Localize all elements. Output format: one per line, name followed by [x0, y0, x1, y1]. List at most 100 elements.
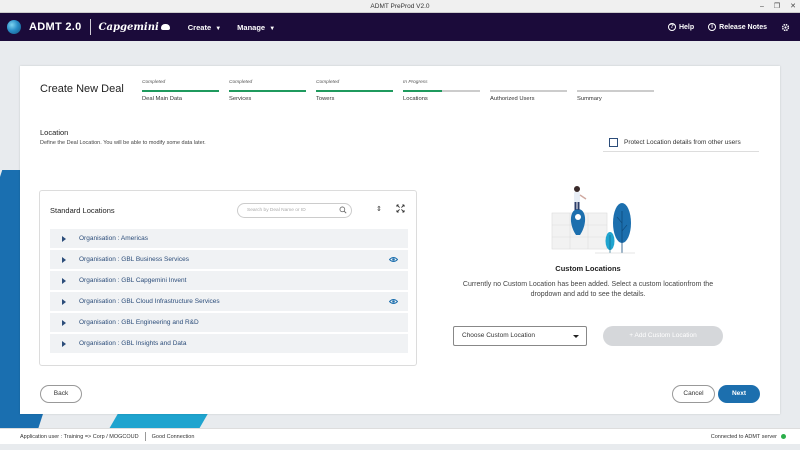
custom-locations-message: Currently no Custom Location has been ad…: [462, 281, 714, 298]
standard-locations-panel: Standard Locations Search by Deal Name o…: [39, 190, 417, 366]
location-row-gbl-insights[interactable]: Organisation : GBL Insights and Data: [50, 334, 408, 353]
expand-arrow-icon[interactable]: [62, 235, 66, 242]
step-bar: [316, 90, 393, 92]
eye-icon[interactable]: [389, 256, 398, 263]
step-label: Services: [229, 96, 252, 102]
protect-label: Protect Location details from other user…: [624, 139, 741, 146]
step-deal-main-data[interactable]: Completed Deal Main Data: [142, 80, 219, 102]
location-row-gbl-cloud-infrastructure[interactable]: Organisation : GBL Cloud Infrastructure …: [50, 292, 408, 311]
close-icon[interactable]: ✕: [790, 0, 796, 13]
location-label: Organisation : GBL Engineering and R&D: [79, 319, 199, 326]
select-value: Choose Custom Location: [462, 332, 535, 339]
minimize-icon[interactable]: –: [760, 0, 764, 13]
window-title: ADMT PreProd V2.0: [370, 3, 430, 10]
step-status: [490, 80, 567, 88]
nav-create[interactable]: Create ▼: [188, 23, 221, 32]
step-status: Completed: [316, 80, 340, 85]
restore-icon[interactable]: ❐: [774, 0, 780, 13]
server-status: Connected to ADMT server: [711, 434, 786, 440]
step-bar-fill: [403, 90, 442, 92]
location-row-americas[interactable]: Organisation : Americas: [50, 229, 408, 248]
step-label: Locations: [403, 96, 428, 102]
expand-arrow-icon[interactable]: [62, 340, 66, 347]
help-button[interactable]: ? Help: [667, 23, 694, 31]
step-status: Completed: [142, 80, 166, 85]
nav-manage[interactable]: Manage ▼: [237, 23, 275, 32]
section-title: Location: [40, 128, 69, 137]
window-title-bar: ADMT PreProd V2.0 – ❐ ✕: [0, 0, 800, 13]
step-bar: [142, 90, 219, 92]
expand-icon[interactable]: [396, 204, 405, 213]
step-bar-fill: [316, 90, 393, 92]
protect-checkbox[interactable]: [609, 138, 618, 147]
brand-logo: Capgemini: [99, 22, 170, 33]
add-custom-location-button[interactable]: + Add Custom Location: [603, 326, 723, 346]
cancel-button[interactable]: Cancel: [672, 385, 715, 403]
window-controls: – ❐ ✕: [760, 0, 796, 13]
header-divider: [89, 19, 91, 35]
caret-down-icon: ▼: [269, 25, 276, 32]
main-nav: Create ▼ Manage ▼: [188, 23, 275, 32]
step-status: In Progress: [403, 80, 428, 85]
custom-location-select[interactable]: Choose Custom Location: [453, 326, 587, 346]
connection-quality: Good Connection: [151, 433, 195, 440]
info-icon: i: [708, 23, 717, 31]
step-summary[interactable]: Summary: [577, 80, 654, 102]
back-button[interactable]: Back: [40, 385, 82, 403]
gear-icon[interactable]: [781, 23, 790, 32]
step-authorized-users[interactable]: Authorized Users: [490, 80, 567, 102]
protect-location-toggle[interactable]: Protect Location details from other user…: [603, 134, 759, 152]
location-label: Organisation : Americas: [79, 235, 149, 242]
progress-stepper: Completed Deal Main Data Completed Servi…: [142, 80, 654, 102]
step-towers[interactable]: Completed Towers: [316, 80, 393, 102]
map-pin-illustration: [551, 186, 635, 254]
spade-icon: [160, 24, 170, 30]
expand-arrow-icon[interactable]: [62, 256, 66, 263]
step-services[interactable]: Completed Services: [229, 80, 306, 102]
create-deal-card: Create New Deal Completed Deal Main Data…: [20, 66, 780, 414]
application-user: Application user : Training => Corp / MO…: [20, 433, 139, 440]
status-bar: Application user : Training => Corp / MO…: [0, 428, 800, 444]
status-dot-icon: [781, 434, 786, 439]
section-description: Define the Deal Location. You will be ab…: [40, 140, 206, 146]
window-bottom: [0, 444, 800, 450]
location-label: Organisation : GBL Business Services: [79, 256, 189, 263]
location-label: Organisation : GBL Cloud Infrastructure …: [79, 298, 220, 305]
panel-title: Standard Locations: [50, 206, 115, 215]
location-row-gbl-business-services[interactable]: Organisation : GBL Business Services: [50, 250, 408, 269]
step-label: Towers: [316, 96, 335, 102]
step-bar: [577, 90, 654, 92]
location-search-input[interactable]: Search by Deal Name or ID: [237, 203, 352, 218]
step-bar: [490, 90, 567, 92]
sort-icon[interactable]: ⇕: [376, 205, 382, 213]
custom-locations-title: Custom Locations: [555, 264, 621, 273]
next-button[interactable]: Next: [718, 385, 760, 403]
location-label: Organisation : GBL Capgemini Invent: [79, 277, 187, 284]
location-list: Organisation : Americas Organisation : G…: [50, 229, 408, 355]
step-locations[interactable]: In Progress Locations: [403, 80, 480, 102]
step-bar: [229, 90, 306, 92]
search-icon[interactable]: [339, 206, 347, 214]
step-bar-fill: [229, 90, 306, 92]
page-title: Create New Deal: [40, 83, 124, 95]
location-label: Organisation : GBL Insights and Data: [79, 340, 187, 347]
app-header: ADMT 2.0 Capgemini Create ▼ Manage ▼ ? He…: [0, 13, 800, 41]
step-bar: [403, 90, 480, 92]
app-name: ADMT 2.0: [29, 21, 82, 33]
eye-icon[interactable]: [389, 298, 398, 305]
help-icon: ?: [667, 23, 676, 31]
caret-down-icon: ▼: [215, 25, 222, 32]
expand-arrow-icon[interactable]: [62, 319, 66, 326]
step-bar-fill: [142, 90, 219, 92]
release-notes-button[interactable]: i Release Notes: [708, 23, 767, 31]
expand-arrow-icon[interactable]: [62, 298, 66, 305]
globe-logo-icon: [7, 20, 21, 34]
location-row-gbl-engineering[interactable]: Organisation : GBL Engineering and R&D: [50, 313, 408, 332]
caret-down-icon: [573, 335, 579, 338]
location-row-gbl-capgemini-invent[interactable]: Organisation : GBL Capgemini Invent: [50, 271, 408, 290]
step-label: Deal Main Data: [142, 96, 182, 102]
step-status: Completed: [229, 80, 253, 85]
search-placeholder: Search by Deal Name or ID: [247, 208, 306, 213]
step-label: Summary: [577, 96, 602, 102]
expand-arrow-icon[interactable]: [62, 277, 66, 284]
